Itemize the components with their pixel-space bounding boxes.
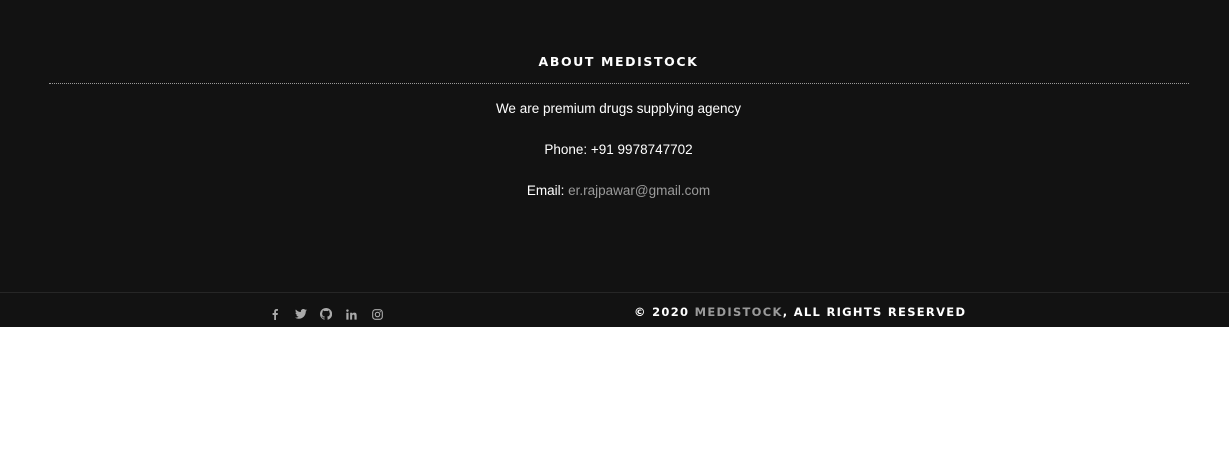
email-label: Email:: [526, 183, 569, 198]
twitter-icon[interactable]: [294, 307, 308, 321]
footer-bottom-bar: © 2020 MEDISTOCK, ALL RIGHTS RESERVED: [0, 292, 1229, 328]
email-link[interactable]: er.rajpawar@gmail.com: [568, 183, 710, 198]
instagram-icon[interactable]: [370, 307, 384, 321]
copyright-suffix: , ALL RIGHTS RESERVED: [782, 305, 967, 319]
social-links: [268, 306, 396, 322]
copyright-prefix: © 2020: [634, 305, 695, 319]
facebook-icon[interactable]: [268, 307, 282, 321]
copyright: © 2020 MEDISTOCK, ALL RIGHTS RESERVED: [634, 305, 966, 319]
linkedin-icon[interactable]: [345, 307, 359, 321]
about-phone: Phone: +91 9978747702: [544, 142, 693, 157]
site-footer: ABOUT MEDISTOCK We are premium drugs sup…: [0, 0, 1229, 327]
github-icon[interactable]: [319, 307, 333, 321]
copyright-brand-link[interactable]: MEDISTOCK: [695, 305, 783, 319]
about-divider: [49, 83, 1189, 84]
about-email: Email: er.rajpawar@gmail.com: [0, 183, 1229, 198]
about-title: ABOUT MEDISTOCK: [538, 54, 699, 69]
about-tagline: We are premium drugs supplying agency: [495, 101, 742, 116]
